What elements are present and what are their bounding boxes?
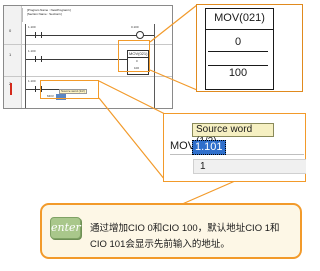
source-word-tooltip: Source word (1/2) [192, 123, 274, 147]
row-number: 1 [9, 52, 12, 57]
mov-block-highlight [118, 40, 150, 72]
mov-dest-overline [208, 65, 268, 66]
rung-wire [26, 35, 154, 36]
mov-block-zoom-divider [205, 29, 274, 30]
coil-symbol[interactable] [136, 31, 144, 39]
row-number: 0 [9, 28, 12, 33]
operand-entry-highlight [40, 80, 99, 99]
mov-source-zoom: 0 [234, 36, 242, 48]
contact-symbol[interactable] [35, 56, 42, 62]
value-row-gutter [170, 159, 194, 174]
mov-dest-zoom: 100 [228, 67, 248, 79]
right-power-rail [154, 24, 155, 108]
left-power-rail [25, 24, 26, 108]
contact-address: 1.100 [28, 49, 36, 53]
contact-address: 1.100 [28, 25, 36, 29]
contact-symbol[interactable] [35, 32, 42, 38]
coil-address: 0.100 [131, 25, 139, 29]
operand-value-row [194, 159, 306, 174]
editor-header: [Program Name : NewProgram1] [Section Na… [22, 8, 151, 22]
contact-address: 1.100 [28, 79, 36, 83]
operand-value: 1 [200, 161, 206, 172]
enter-key-icon: enter [50, 217, 81, 239]
operand-input[interactable]: 1.101 [192, 140, 226, 155]
mov-source-underline [208, 51, 268, 52]
rung-divider [4, 76, 172, 77]
hint-text: 通过增加CIO 0和CIO 100，默认地址CIO 1和CIO 101会显示先前… [90, 223, 280, 250]
error-marker [10, 83, 12, 95]
row-gutter [4, 6, 22, 108]
mov-block-zoom-title: MOV(021) [214, 12, 265, 24]
section-name-label: [Section Name : Section1] [27, 12, 62, 16]
